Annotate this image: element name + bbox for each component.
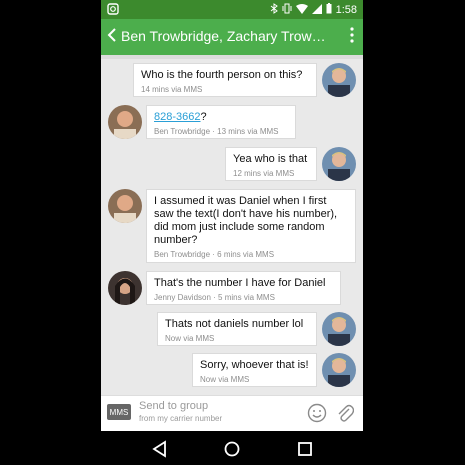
message-bubble-incoming[interactable]: That's the number I have for Daniel Jenn… <box>146 271 341 305</box>
message-meta: Now via MMS <box>200 375 250 384</box>
bluetooth-icon <box>270 3 278 17</box>
message-text: Thats not daniels number lol <box>165 318 304 330</box>
message-text: I assumed it was Daniel when I first saw… <box>154 195 338 246</box>
back-arrow-icon[interactable] <box>107 28 117 47</box>
message-text: ? <box>200 111 207 123</box>
phone-screen: 1:58 Ben Trowbridge, Zachary Trowbr… Who… <box>101 0 363 465</box>
message-meta: Ben Trowbridge · 13 mins via MMS <box>154 127 279 136</box>
message-list[interactable]: Who is the fourth person on this? 14 min… <box>101 55 363 395</box>
emoji-icon[interactable] <box>307 403 327 423</box>
app-bar: Ben Trowbridge, Zachary Trowbr… <box>101 19 363 55</box>
message-text: That's the number I have for Daniel <box>154 277 326 289</box>
message-bubble-outgoing[interactable]: Who is the fourth person on this? 14 min… <box>133 63 317 97</box>
scroll-divider <box>101 55 363 59</box>
battery-icon <box>326 3 332 17</box>
conversation-title[interactable]: Ben Trowbridge, Zachary Trowbr… <box>121 28 331 44</box>
message-text: Yea who is that <box>233 153 308 165</box>
sender-subtext: from my carrier number <box>139 414 223 423</box>
message-bubble-incoming[interactable]: I assumed it was Daniel when I first saw… <box>146 189 356 263</box>
back-icon[interactable] <box>149 438 171 460</box>
recents-icon[interactable] <box>294 438 316 460</box>
attach-icon[interactable] <box>336 403 355 423</box>
clock-text: 1:58 <box>335 4 357 16</box>
signal-icon <box>311 3 322 17</box>
avatar[interactable] <box>108 271 142 305</box>
message-text: Who is the fourth person on this? <box>141 69 303 81</box>
message-meta: 14 mins via MMS <box>141 85 203 94</box>
navigation-bar <box>101 431 363 465</box>
avatar[interactable] <box>108 189 142 223</box>
message-bubble-outgoing[interactable]: Yea who is that 12 mins via MMS <box>225 147 317 181</box>
home-icon[interactable] <box>221 438 243 460</box>
message-meta: Ben Trowbridge · 6 mins via MMS <box>154 250 275 259</box>
message-meta: Now via MMS <box>165 334 215 343</box>
avatar[interactable] <box>322 312 356 346</box>
avatar[interactable] <box>322 63 356 97</box>
overflow-menu-icon[interactable] <box>350 27 354 48</box>
message-input[interactable]: Send to group from my carrier number <box>139 400 222 423</box>
avatar[interactable] <box>108 105 142 139</box>
message-bubble-outgoing[interactable]: Thats not daniels number lol Now via MMS <box>157 312 317 346</box>
message-bubble-incoming[interactable]: 828-3662? Ben Trowbridge · 13 mins via M… <box>146 105 296 139</box>
message-meta: 12 mins via MMS <box>233 169 295 178</box>
avatar[interactable] <box>322 353 356 387</box>
message-meta: Jenny Davidson · 5 mins via MMS <box>154 293 275 302</box>
mms-badge: MMS <box>107 404 131 420</box>
message-input-placeholder: Send to group <box>139 400 209 412</box>
vibrate-icon <box>282 3 292 17</box>
phone-link[interactable]: 828-3662 <box>154 111 201 123</box>
composer-bar: MMS Send to group from my carrier number <box>101 395 363 432</box>
message-bubble-outgoing[interactable]: Sorry, whoever that is! Now via MMS <box>192 353 317 387</box>
status-bar: 1:58 <box>101 0 363 19</box>
wifi-icon <box>295 3 308 17</box>
message-text: Sorry, whoever that is! <box>200 359 309 371</box>
notification-icon <box>107 3 119 18</box>
avatar[interactable] <box>322 147 356 181</box>
